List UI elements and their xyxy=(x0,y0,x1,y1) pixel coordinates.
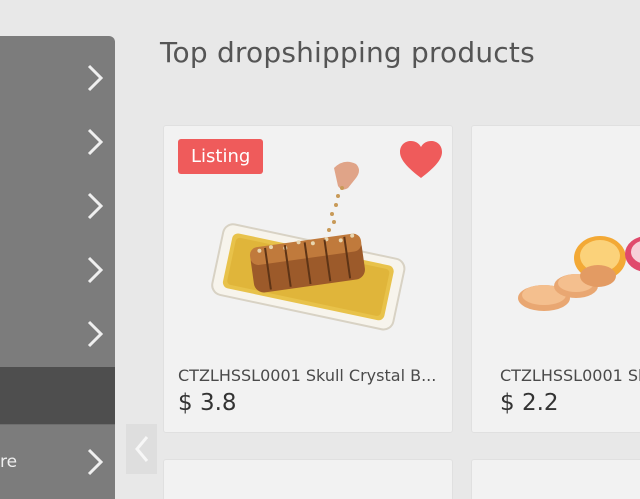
chevron-right-icon xyxy=(87,128,104,156)
sidebar-item-active[interactable] xyxy=(0,367,115,424)
product-card[interactable] xyxy=(163,459,453,499)
chevron-right-icon xyxy=(87,64,104,92)
chevron-right-icon xyxy=(87,192,104,220)
product-image xyxy=(518,236,640,311)
product-card[interactable] xyxy=(471,459,640,499)
chevron-right-icon xyxy=(87,256,104,284)
chevron-left-icon xyxy=(134,436,148,462)
product-price: $ 3.8 xyxy=(178,390,237,416)
sidebar-item-2[interactable] xyxy=(0,110,115,174)
app-root: re Top dropshipping products Listing CTZ… xyxy=(0,0,640,499)
product-title[interactable]: CTZLHSSL0001 Sk xyxy=(500,366,640,385)
product-price: $ 2.2 xyxy=(500,390,559,416)
category-sidebar: re xyxy=(0,36,115,499)
page-title: Top dropshipping products xyxy=(160,36,535,69)
listing-badge[interactable]: Listing xyxy=(178,139,264,174)
sidebar-item-3[interactable] xyxy=(0,174,115,238)
sidebar-item-1[interactable] xyxy=(0,46,115,110)
heart-icon[interactable] xyxy=(398,140,444,180)
carousel-prev-button[interactable] xyxy=(126,424,157,474)
product-title[interactable]: CTZLHSSL0001 Skull Crystal B... xyxy=(178,366,436,385)
sidebar-item-more[interactable]: re xyxy=(0,430,115,494)
product-card[interactable]: Listing CTZLHSSL0001 Skull Crystal B... … xyxy=(163,125,453,433)
sidebar-item-4[interactable] xyxy=(0,238,115,302)
product-card[interactable]: CTZLHSSL0001 Sk $ 2.2 xyxy=(471,125,640,433)
chevron-right-icon xyxy=(87,320,104,348)
chevron-right-icon xyxy=(87,448,104,476)
sidebar-item-5[interactable] xyxy=(0,302,115,366)
sidebar-divider xyxy=(0,424,115,425)
sidebar-item-label: re xyxy=(0,452,18,472)
